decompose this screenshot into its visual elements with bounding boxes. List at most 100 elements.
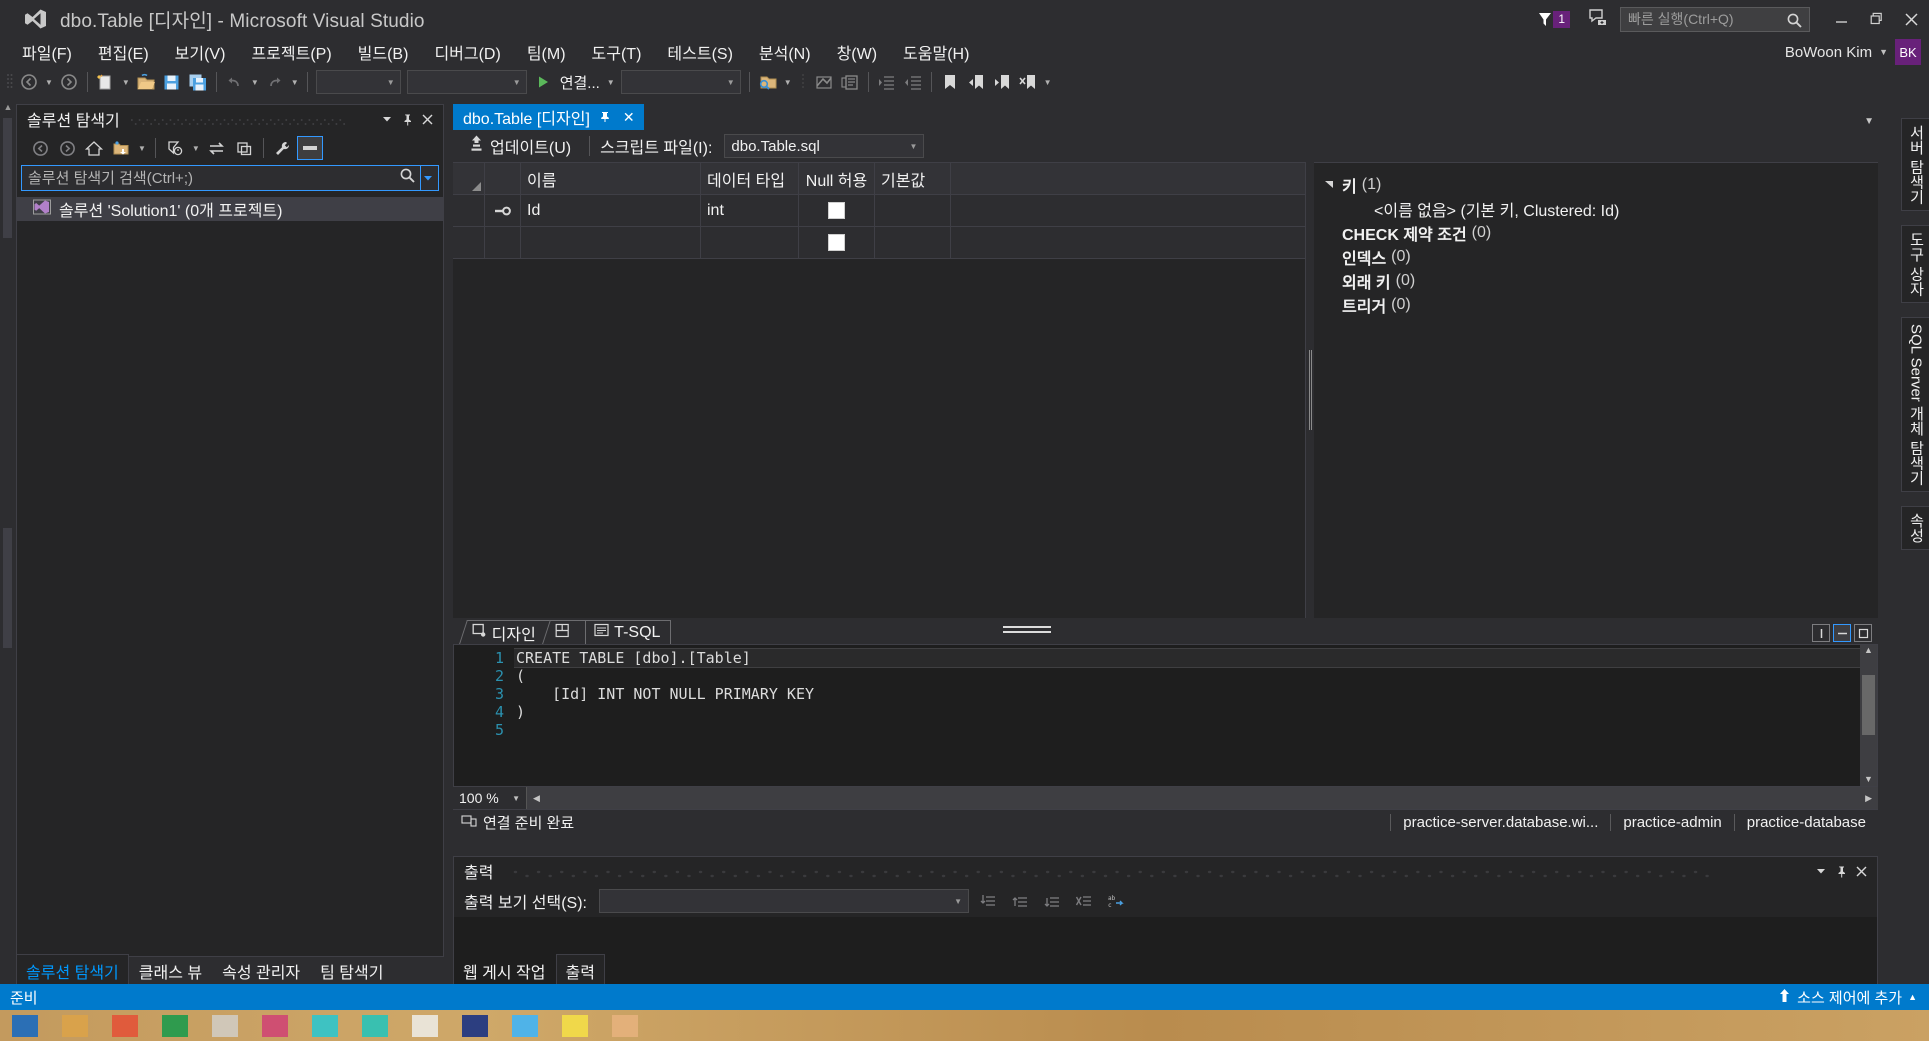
- close-icon[interactable]: [417, 109, 437, 129]
- minimize-button[interactable]: [1824, 4, 1859, 34]
- code-line[interactable]: ): [514, 703, 1860, 721]
- search-input[interactable]: [22, 166, 382, 190]
- column-datatype-cell[interactable]: [701, 227, 799, 258]
- editor-vertical-scrollbar[interactable]: ▲ ▼: [1860, 645, 1877, 786]
- vtab-sql-server-object-explorer[interactable]: SQL Server 개체 탐색기: [1900, 317, 1929, 493]
- scroll-down-icon[interactable]: ▼: [1860, 774, 1877, 784]
- taskbar-icon[interactable]: [350, 1010, 400, 1041]
- table-row[interactable]: [453, 227, 1305, 259]
- maximize-pane-button[interactable]: [1854, 624, 1872, 642]
- menu-test[interactable]: 테스트(S): [656, 37, 744, 67]
- close-icon[interactable]: ✕: [620, 109, 638, 126]
- show-all-files-icon[interactable]: [162, 136, 188, 160]
- taskbar-icon[interactable]: [600, 1010, 650, 1041]
- send-feedback-icon[interactable]: [1588, 8, 1608, 31]
- row-selector[interactable]: [453, 227, 485, 258]
- grid-select-all-corner[interactable]: [453, 163, 485, 194]
- go-to-previous-icon[interactable]: [1007, 889, 1033, 913]
- code-line[interactable]: [514, 721, 1860, 739]
- dock-tab-class-view[interactable]: 클래스 뷰: [129, 954, 212, 988]
- restore-button[interactable]: [1859, 4, 1894, 34]
- vertical-split-button[interactable]: [1812, 624, 1830, 642]
- menu-file[interactable]: 파일(F): [11, 37, 83, 67]
- taskbar-icon[interactable]: [450, 1010, 500, 1041]
- menu-help[interactable]: 도움말(H): [892, 37, 980, 67]
- toggle-bookmark-icon[interactable]: [937, 69, 963, 95]
- designer-vertical-splitter[interactable]: [1306, 162, 1314, 618]
- sync-with-active-document-icon[interactable]: [204, 136, 230, 160]
- solution-platform-combo[interactable]: ▼: [406, 70, 527, 94]
- close-icon[interactable]: [1851, 861, 1871, 881]
- avatar[interactable]: BK: [1895, 39, 1921, 65]
- splitter-handle[interactable]: [1003, 626, 1051, 636]
- column-default-cell[interactable]: [875, 195, 951, 226]
- column-default-cell[interactable]: [875, 227, 951, 258]
- navigate-forward-button[interactable]: [56, 69, 82, 95]
- toolbar-overflow-icon[interactable]: ▼: [1041, 78, 1055, 87]
- quick-launch-box[interactable]: [1620, 6, 1810, 32]
- pin-icon[interactable]: [596, 109, 614, 125]
- tab-split-view[interactable]: [542, 620, 590, 644]
- tsql-code-editor[interactable]: 1 2 3 4 5 CREATE TABLE [dbo].[Table] ( […: [453, 644, 1878, 787]
- redo-icon[interactable]: [262, 69, 288, 95]
- tree-node-triggers[interactable]: 트리거 (0): [1324, 293, 1878, 317]
- vtab-toolbox[interactable]: 도구 상자: [1900, 225, 1929, 304]
- new-project-dropdown-icon[interactable]: ▼: [119, 78, 133, 87]
- column-name-cell[interactable]: Id: [521, 195, 701, 226]
- output-source-combo[interactable]: ▼: [598, 889, 969, 913]
- forward-icon[interactable]: [54, 136, 80, 160]
- navigate-backward-dropdown-icon[interactable]: ▼: [42, 78, 56, 87]
- toolbar-grip[interactable]: [801, 72, 811, 92]
- dock-tab-web-publish-activity[interactable]: 웹 게시 작업: [453, 954, 556, 988]
- undo-dropdown-icon[interactable]: ▼: [248, 78, 262, 87]
- menu-window[interactable]: 창(W): [826, 37, 888, 67]
- grid-header-default[interactable]: 기본값: [875, 163, 951, 194]
- document-tab-overflow-icon[interactable]: ▼: [1864, 116, 1874, 127]
- expander-collapse-icon[interactable]: [1324, 179, 1340, 191]
- zoom-level-combo[interactable]: 100 % ▼: [453, 787, 527, 809]
- menu-tools[interactable]: 도구(T): [581, 37, 653, 67]
- vtab-server-explorer[interactable]: 서버 탐색기: [1900, 118, 1929, 212]
- decrease-indent-icon[interactable]: [900, 69, 926, 95]
- new-project-icon[interactable]: [93, 69, 119, 95]
- navigate-to-icon[interactable]: [811, 69, 837, 95]
- pending-changes-icon[interactable]: [108, 136, 134, 160]
- pin-icon[interactable]: [397, 109, 417, 129]
- menu-build[interactable]: 빌드(B): [347, 37, 420, 67]
- code-text-area[interactable]: CREATE TABLE [dbo].[Table] ( [Id] INT NO…: [514, 645, 1860, 786]
- column-allow-nulls-cell[interactable]: [799, 195, 875, 226]
- undo-icon[interactable]: [222, 69, 248, 95]
- search-icon[interactable]: [395, 167, 420, 189]
- open-file-icon[interactable]: [133, 69, 159, 95]
- find-dropdown-icon[interactable]: ▼: [781, 78, 795, 87]
- grid-header-name[interactable]: 이름: [521, 163, 701, 194]
- scroll-left-icon[interactable]: ◀: [527, 793, 540, 804]
- tab-dbo-table-designer[interactable]: dbo.Table [디자인] ✕: [453, 104, 644, 130]
- collapse-all-icon[interactable]: [231, 136, 257, 160]
- toggle-word-wrap-icon[interactable]: ab c: [1103, 889, 1129, 913]
- taskbar-icon[interactable]: [100, 1010, 150, 1041]
- taskbar-icon[interactable]: [50, 1010, 100, 1041]
- user-account-area[interactable]: BoWoon Kim ▼ BK: [1785, 38, 1921, 66]
- table-row[interactable]: Id int: [453, 195, 1305, 227]
- tree-item-solution[interactable]: 솔루션 'Solution1' (0개 프로젝트): [17, 197, 443, 221]
- allow-nulls-checkbox[interactable]: [828, 202, 845, 219]
- grid-header-datatype[interactable]: 데이터 타입: [701, 163, 799, 194]
- code-line[interactable]: (: [514, 667, 1860, 685]
- redo-dropdown-icon[interactable]: ▼: [288, 78, 302, 87]
- save-all-icon[interactable]: [185, 69, 211, 95]
- find-message-icon[interactable]: [975, 889, 1001, 913]
- script-file-combo[interactable]: dbo.Table.sql ▼: [724, 134, 925, 158]
- solution-configuration-combo[interactable]: ▼: [315, 70, 401, 94]
- search-options-chevron-icon[interactable]: [420, 166, 438, 190]
- pending-changes-dropdown-icon[interactable]: ▼: [135, 144, 149, 153]
- column-datatype-cell[interactable]: int: [701, 195, 799, 226]
- taskbar-icon[interactable]: [200, 1010, 250, 1041]
- update-button[interactable]: 업데이트(U): [461, 131, 579, 161]
- allow-nulls-checkbox[interactable]: [828, 234, 845, 251]
- column-name-cell[interactable]: [521, 227, 701, 258]
- navigate-backward-button[interactable]: [16, 69, 42, 95]
- clear-all-icon[interactable]: [1071, 889, 1097, 913]
- dock-tab-solution-explorer[interactable]: 솔루션 탐색기: [16, 954, 129, 988]
- pin-icon[interactable]: [1831, 861, 1851, 881]
